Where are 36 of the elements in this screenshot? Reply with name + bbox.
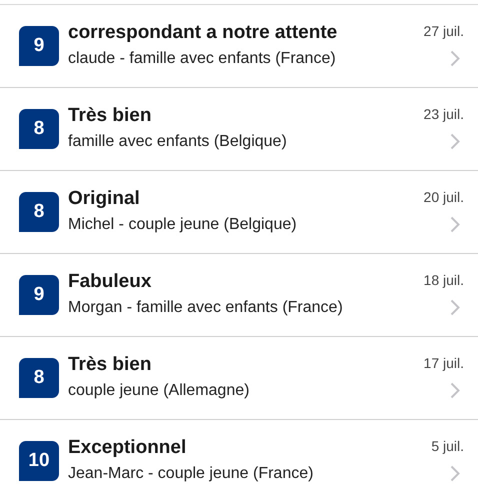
review-date: 20 juil. [424,188,464,207]
review-title: Original [68,187,141,211]
reviewer-info: couple jeune (Allemagne) [68,380,250,401]
review-date: 27 juil. [424,22,464,41]
reviewer-info: Morgan - famille avec enfants (France) [68,298,344,318]
review-row[interactable]: 8 Original Michel - couple jeune (Belgique) 20 juil. [0,171,478,254]
review-date: 23 juil. [424,105,464,124]
review-date: 17 juil. [424,354,464,373]
reviewer-info: Michel - couple jeune (Belgique) [68,214,298,235]
chevron-right-icon [450,299,460,316]
review-date: 18 juil. [424,271,464,290]
chevron-right-icon [450,216,460,233]
review-row[interactable]: 9 Fabuleux Morgan - famille avec enfants (France) 18 juil. [0,254,478,337]
reviewer-info: claude - famille avec enfants (France) [68,48,337,69]
review-row[interactable]: 8 Très bien couple jeune (Allemagne) 17 juil. [0,337,478,420]
review-title: Très bien [68,104,152,128]
score-badge: 8 [19,358,59,398]
review-date: 5 juil. [431,437,464,456]
chevron-right-icon [450,133,460,150]
review-title: Exceptionnel [68,436,188,460]
chevron-right-icon [450,50,460,67]
review-title: correspondant a notre attente [68,21,338,45]
score-badge: 8 [19,192,59,232]
chevron-right-icon [450,465,460,482]
score-badge: 9 [19,26,59,66]
review-row[interactable]: 10 Exceptionnel Jean-Marc - couple jeune (France) 5 juil. [0,420,478,500]
review-row[interactable]: 9 correspondant a notre attente claude - famille avec enfants (France) 27 juil. [0,5,478,88]
review-title: Fabuleux [68,270,152,294]
score-badge: 9 [19,275,59,315]
score-badge: 8 [19,109,59,149]
review-title: Très bien [68,353,152,377]
reviewer-info: Jean-Marc - couple jeune (France) [68,464,314,484]
chevron-right-icon [450,382,460,399]
reviewer-info: famille avec enfants (Belgique) [68,132,288,152]
score-badge: 10 [19,441,59,481]
review-row[interactable]: 8 Très bien famille avec enfants (Belgique) 23 juil. [0,88,478,171]
